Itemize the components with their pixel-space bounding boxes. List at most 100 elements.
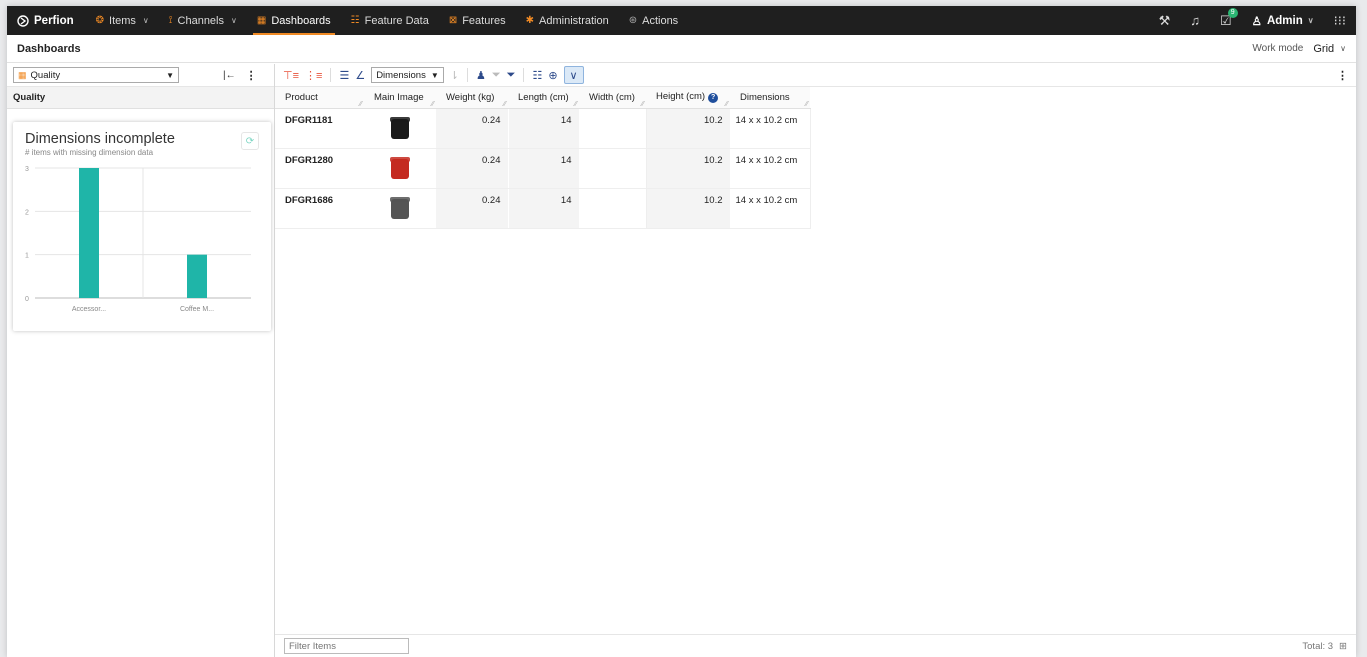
collapse-panel-icon[interactable]: |← (223, 70, 236, 81)
table-row[interactable]: DFGR1280 0.24 14 10.2 14 x x 10.2 cm (275, 148, 811, 189)
dimensions-cell[interactable]: 14 x x 10.2 cm (730, 108, 811, 149)
weight-cell[interactable]: 0.24 (436, 108, 509, 149)
column-header-label: Height (cm) (656, 91, 706, 103)
divider (330, 68, 332, 82)
main-image-cell[interactable] (364, 148, 436, 189)
width-cell[interactable] (578, 108, 647, 149)
y-tick-label: 2 (25, 209, 29, 216)
nav-feature-data[interactable]: ☷ Feature Data (351, 6, 429, 35)
page-header: Dashboards Work mode Grid ∨ (7, 35, 1356, 63)
list-icon[interactable]: ⋮≡ (305, 69, 322, 82)
length-cell[interactable]: 14 (508, 108, 580, 149)
app-grid-icon[interactable]: ⁝⁝⁝ (1334, 13, 1346, 29)
resize-handle-icon[interactable]: ⁄⁄ (642, 101, 644, 108)
dashboard-card: Dimensions incomplete # items with missi… (13, 122, 271, 331)
column-header-label: Main Image (374, 91, 424, 103)
filter-icon[interactable]: ⏷ (507, 69, 516, 82)
product-cell[interactable]: DFGR1280 (275, 148, 364, 189)
clear-filter-icon[interactable]: ⏷ (492, 69, 501, 82)
dashboard-select[interactable]: ▦ Quality ▼ (13, 67, 179, 83)
globe-icon[interactable]: ⊕ (548, 69, 557, 82)
features-icon: ⊠ (448, 15, 458, 26)
nav-dashboards[interactable]: ▦ Dashboards (252, 6, 335, 35)
height-cell[interactable]: 10.2 (646, 148, 731, 189)
view-select[interactable]: Dimensions ▼ (371, 67, 444, 83)
columns-icon[interactable]: ☰ (339, 69, 349, 82)
users-icon[interactable]: ♟ (476, 69, 486, 82)
column-header[interactable]: Main Image ⁄⁄ (364, 87, 436, 109)
nav-channels[interactable]: ⟟ Channels ∨ (169, 6, 237, 35)
bell-icon[interactable]: ♫ (1190, 13, 1200, 28)
nav-administration-label: Administration (539, 14, 609, 27)
dimensions-cell[interactable]: 14 x x 10.2 cm (730, 148, 811, 189)
height-cell[interactable]: 10.2 (646, 108, 731, 149)
nav-administration[interactable]: ✱ Administration (526, 6, 609, 35)
nav-items-label: Items (109, 14, 136, 27)
section-header: Quality (7, 87, 274, 109)
nav-actions[interactable]: ⊛ Actions (629, 6, 678, 35)
layout-icon[interactable]: ⊞ (1339, 641, 1347, 652)
column-header[interactable]: Dimensions ⁄⁄ (730, 87, 810, 109)
nav-dashboards-label: Dashboards (271, 14, 331, 27)
y-tick-label: 0 (25, 296, 29, 303)
user-menu[interactable]: ♙ Admin ∨ (1252, 14, 1314, 28)
resize-handle-icon[interactable]: ⁄⁄ (726, 101, 728, 108)
column-header[interactable]: Height (cm)? ⁄⁄ (646, 87, 730, 109)
dimensions-cell[interactable]: 14 x x 10.2 cm (730, 188, 811, 229)
resize-handle-icon[interactable]: ⁄⁄ (360, 101, 362, 108)
brush-icon[interactable]: ∨ (563, 66, 584, 84)
width-cell[interactable] (578, 188, 647, 229)
product-cell[interactable]: DFGR1686 (275, 188, 364, 229)
work-mode: Work mode Grid ∨ (1252, 43, 1346, 55)
work-mode-select[interactable]: Grid (1313, 43, 1334, 55)
filter-items-input[interactable] (284, 638, 409, 654)
resize-handle-icon[interactable]: ⁄⁄ (432, 101, 434, 108)
more-options-icon[interactable]: ⋮ (1337, 69, 1348, 82)
more-options-icon[interactable]: ⋮ (246, 69, 257, 82)
column-header[interactable]: Length (cm) ⁄⁄ (508, 87, 579, 109)
tasks-icon[interactable]: ☑ 9 (1220, 7, 1238, 29)
edit-view-icon[interactable]: ∠ (355, 69, 365, 82)
width-cell[interactable] (578, 148, 647, 189)
dashboard-select-value: Quality (30, 69, 61, 81)
sort-icon[interactable]: ⇂ (450, 69, 459, 82)
help-icon[interactable]: ? (708, 93, 719, 104)
actions-icon: ⊛ (628, 15, 638, 26)
divider (523, 68, 525, 82)
table-row[interactable]: DFGR1686 0.24 14 10.2 14 x x 10.2 cm (275, 188, 811, 229)
wrench-icon[interactable]: ⚒ (1159, 13, 1171, 29)
item-icon: ❂ (95, 15, 105, 26)
product-thumbnail (390, 156, 410, 179)
column-header[interactable]: Weight (kg) ⁄⁄ (436, 87, 508, 109)
feature-data-icon: ☷ (350, 15, 360, 26)
resize-handle-icon[interactable]: ⁄⁄ (504, 101, 506, 108)
chevron-down-icon: ∨ (231, 16, 237, 25)
options-icon[interactable]: ☷ (532, 69, 542, 82)
main-image-cell[interactable] (364, 108, 436, 149)
chevron-down-icon[interactable]: ∨ (1340, 44, 1346, 53)
product-thumbnail (390, 116, 410, 139)
add-item-icon[interactable]: ⊤≡ (283, 69, 299, 82)
length-cell[interactable]: 14 (508, 188, 580, 229)
brand-logo[interactable]: Perfion (17, 15, 74, 27)
y-tick-label: 1 (25, 253, 29, 260)
refresh-icon[interactable]: ⟳ (241, 132, 259, 150)
caret-down-icon: ▼ (166, 70, 174, 80)
resize-handle-icon[interactable]: ⁄⁄ (575, 101, 577, 108)
weight-cell[interactable]: 0.24 (436, 188, 509, 229)
column-header-label: Dimensions (740, 91, 790, 103)
main-image-cell[interactable] (364, 188, 436, 229)
weight-cell[interactable]: 0.24 (436, 148, 509, 189)
nav-items[interactable]: ❂ Items ∨ (96, 6, 149, 35)
resize-handle-icon[interactable]: ⁄⁄ (806, 101, 808, 108)
card-subtitle: # items with missing dimension data (25, 148, 154, 157)
dashboard-panel: ▦ Quality ▼ |← ⋮ Quality Dimensions inco… (7, 64, 275, 657)
user-name: Admin (1266, 14, 1303, 27)
column-header[interactable]: Product ⁄⁄ (275, 87, 364, 109)
table-row[interactable]: DFGR1181 0.24 14 10.2 14 x x 10.2 cm (275, 108, 811, 149)
length-cell[interactable]: 14 (508, 148, 580, 189)
height-cell[interactable]: 10.2 (646, 188, 731, 229)
nav-features[interactable]: ⊠ Features (449, 6, 506, 35)
product-cell[interactable]: DFGR1181 (275, 108, 364, 149)
column-header[interactable]: Width (cm) ⁄⁄ (579, 87, 646, 109)
